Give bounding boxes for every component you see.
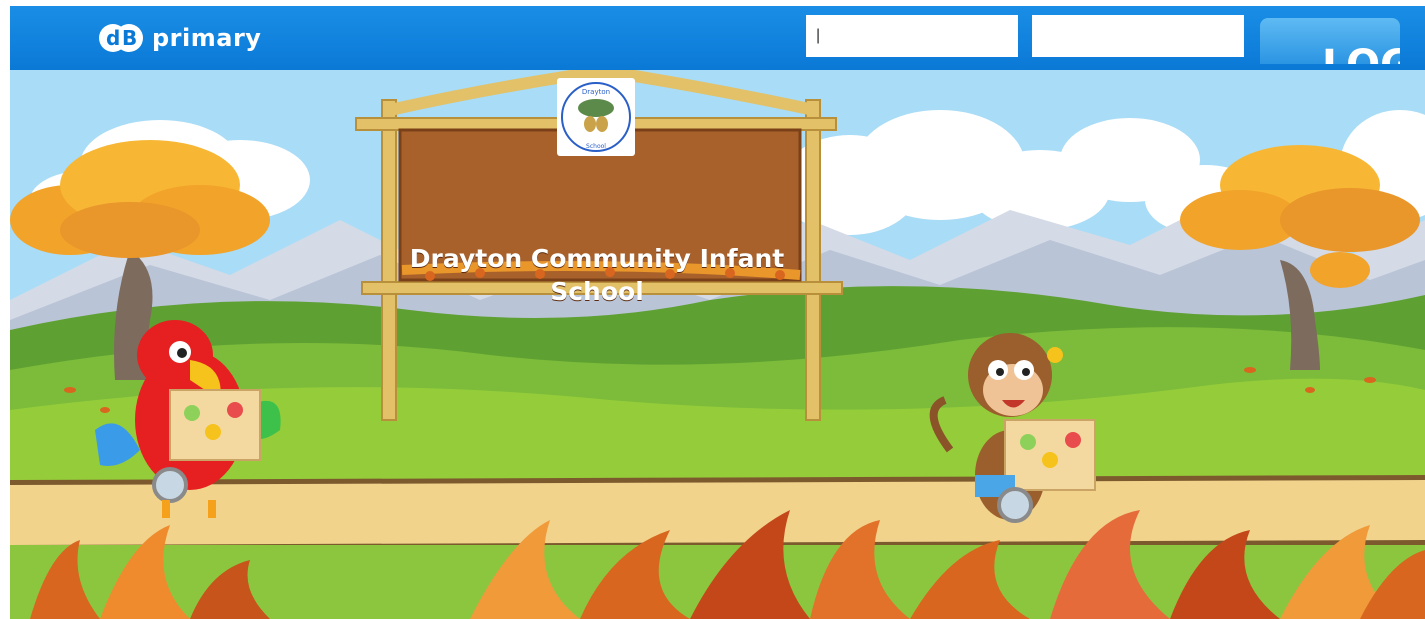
login-button[interactable]: LOG [1260,18,1400,64]
site-logo[interactable]: d B primary [98,20,261,56]
svg-text:Drayton: Drayton [582,88,610,96]
password-field[interactable] [1032,15,1244,57]
dirt-path [10,480,1425,545]
svg-text:B: B [122,26,137,50]
scene-illustration [10,70,1425,619]
login-button-label: LOG [1322,45,1400,64]
top-bar: d B primary LOG [10,6,1425,70]
school-name: Drayton Community Infant School [409,244,785,306]
school-badge: Drayton School [557,78,635,156]
svg-text:d: d [106,26,120,50]
logo-text: primary [152,24,262,52]
school-scene: Drayton School Drayton Community Infant … [10,70,1425,619]
username-field[interactable] [806,15,1018,57]
school-crest-icon: Drayton School [561,82,631,152]
svg-text:School: School [586,143,606,150]
db-logo-icon: d B [99,24,143,52]
page-frame: d B primary LOG [10,6,1425,619]
